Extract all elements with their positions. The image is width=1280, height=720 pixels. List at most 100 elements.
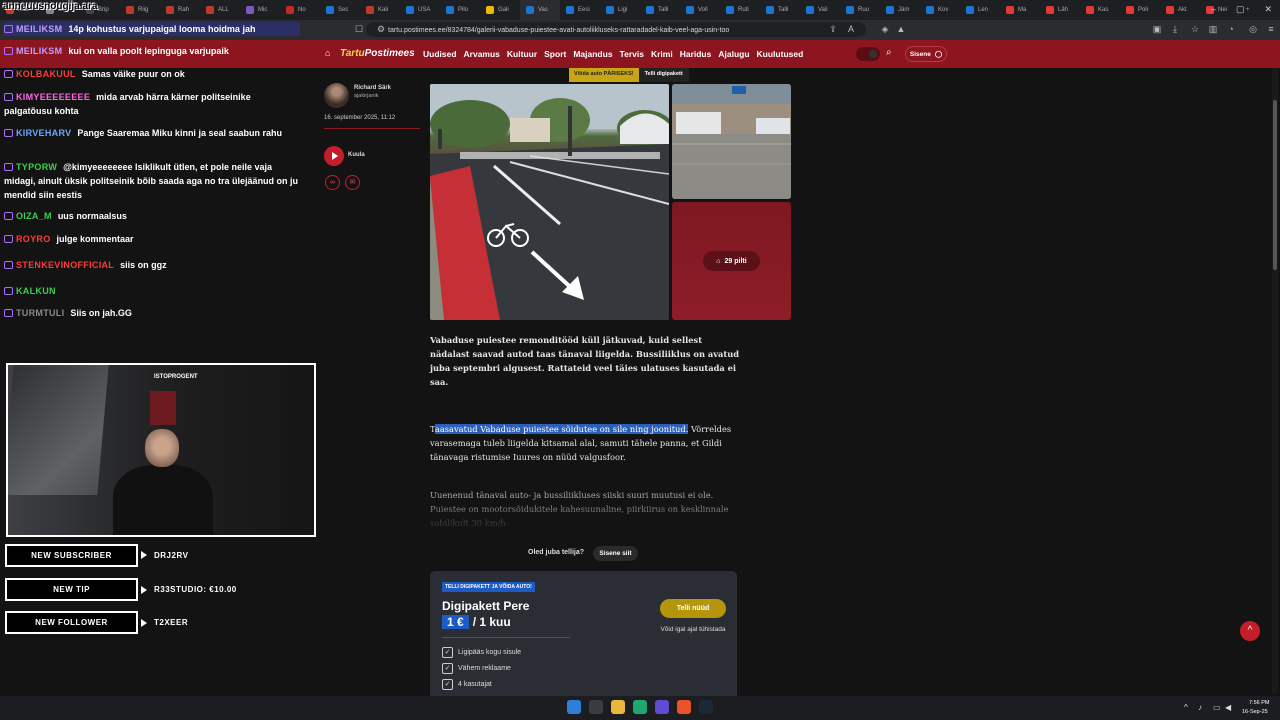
volume-icon[interactable]: ◀: [1225, 703, 1231, 712]
browser-tab[interactable]: Mic: [240, 0, 280, 20]
promo-banner[interactable]: Võida auto PÄRISEKS! Telli digipakett: [569, 68, 689, 82]
nav-item[interactable]: Majandus: [573, 49, 612, 59]
tray-chevron-icon[interactable]: ^: [1184, 703, 1188, 712]
promo-left[interactable]: Võida auto PÄRISEKS!: [569, 68, 639, 82]
browser-tab[interactable]: Ruu: [840, 0, 880, 20]
search-taskbar-icon[interactable]: [589, 700, 603, 714]
browser-tab[interactable]: Ma: [1000, 0, 1040, 20]
login-button[interactable]: Sisene ◯: [905, 46, 947, 62]
copy-link-icon[interactable]: ∞: [325, 175, 340, 190]
subscriber-login-button[interactable]: Sisene siit: [593, 546, 638, 561]
clock-date[interactable]: 16-Sep-25: [1242, 709, 1268, 715]
site-settings-icon[interactable]: ⚙: [376, 24, 386, 34]
bookmark-icon[interactable]: ☐: [354, 24, 364, 34]
browser-tab[interactable]: Poli: [1120, 0, 1160, 20]
listen-button[interactable]: [324, 146, 344, 166]
extension-icon[interactable]: ▣: [1152, 24, 1162, 34]
theme-toggle[interactable]: [856, 47, 880, 61]
app-icon[interactable]: [633, 700, 647, 714]
wallet-icon[interactable]: ◔: [1226, 24, 1236, 34]
chat-username: KIMYEEEEEEEE: [16, 92, 91, 102]
browser-tab[interactable]: Len: [960, 0, 1000, 20]
gallery-icon: ⌂: [716, 257, 721, 265]
bookmarks-icon[interactable]: ☆: [1190, 24, 1200, 34]
site-logo[interactable]: TartuPostimees: [340, 48, 415, 59]
scrollbar-thumb[interactable]: [1273, 100, 1277, 270]
nav-item[interactable]: Uudised: [423, 49, 457, 59]
start-icon[interactable]: [567, 700, 581, 714]
browser-tab[interactable]: Ligi: [600, 0, 640, 20]
download-icon[interactable]: ⤓: [1170, 24, 1180, 34]
search-icon[interactable]: ⌕: [886, 47, 892, 58]
close-icon[interactable]: ✕: [1264, 4, 1272, 15]
share-icon[interactable]: ⇪: [828, 24, 838, 34]
feature-item: ✓ 4 kasutajat: [442, 679, 492, 690]
author-name[interactable]: Richard Särk: [354, 85, 391, 91]
nav-item[interactable]: Ajalugu: [718, 49, 749, 59]
nav-item[interactable]: Haridus: [680, 49, 712, 59]
gallery-thumbnail[interactable]: [672, 84, 791, 199]
promo-right[interactable]: Telli digipakett: [638, 68, 689, 82]
selected-text: aasavatud Vabaduse puiestee sõidutee on …: [434, 424, 689, 434]
file-explorer-icon[interactable]: [611, 700, 625, 714]
tab-label: Poli: [1138, 7, 1149, 13]
steam-icon[interactable]: [699, 700, 713, 714]
browser-tab[interactable]: Rah: [160, 0, 200, 20]
discord-icon[interactable]: [655, 700, 669, 714]
browser-tab[interactable]: Vas: [520, 0, 560, 20]
clock-time[interactable]: 7:56 PM: [1249, 700, 1269, 706]
home-icon[interactable]: ⌂: [325, 48, 330, 58]
main-photo[interactable]: [430, 84, 669, 320]
browser-tab[interactable]: Riig: [120, 0, 160, 20]
menu-icon[interactable]: ≡: [1266, 24, 1276, 34]
browser-tab[interactable]: Akt: [1160, 0, 1200, 20]
nav-item[interactable]: Arvamus: [464, 49, 500, 59]
sidebar-icon[interactable]: ▥: [1208, 24, 1218, 34]
browser-tab[interactable]: Jäm: [880, 0, 920, 20]
brave-shield-icon[interactable]: ◈: [880, 24, 890, 34]
brave-browser-icon[interactable]: [677, 700, 691, 714]
email-icon[interactable]: ✉: [345, 175, 360, 190]
rewards-icon[interactable]: ▲: [896, 24, 906, 34]
nav-item[interactable]: Kuulutused: [757, 49, 804, 59]
mic-icon[interactable]: ♪: [1198, 703, 1202, 712]
browser-tab[interactable]: Eesi: [560, 0, 600, 20]
nav-item[interactable]: Tervis: [620, 49, 644, 59]
tab-favicon-icon: [846, 6, 854, 14]
browser-tab[interactable]: Kali: [360, 0, 400, 20]
maximize-icon[interactable]: ▢: [1236, 4, 1245, 15]
nav-item[interactable]: Krimi: [651, 49, 673, 59]
tab-label: Ma: [1018, 7, 1027, 13]
author-avatar[interactable]: [324, 83, 349, 108]
browser-tab[interactable]: No: [280, 0, 320, 20]
browser-tab[interactable]: Sec: [320, 0, 360, 20]
browser-tab[interactable]: ALL: [200, 0, 240, 20]
browser-tab[interactable]: Gali: [480, 0, 520, 20]
minimize-icon[interactable]: –: [1211, 4, 1216, 15]
vpn-icon[interactable]: ◎: [1248, 24, 1258, 34]
scroll-to-top-button[interactable]: ^: [1240, 621, 1260, 641]
tab-label: No: [298, 7, 306, 13]
nav-item[interactable]: Kultuur: [507, 49, 537, 59]
chat-username: MEILIKSM: [16, 24, 63, 34]
article-date: 16. september 2025, 11:12: [324, 115, 396, 121]
network-icon[interactable]: ▭: [1213, 703, 1221, 712]
browser-tab[interactable]: Kov: [920, 0, 960, 20]
browser-tab[interactable]: USA: [400, 0, 440, 20]
translate-icon[interactable]: A: [846, 24, 856, 34]
nav-item[interactable]: Sport: [544, 49, 566, 59]
browser-tab[interactable]: Voll: [680, 0, 720, 20]
listen-label[interactable]: Kuula: [348, 152, 365, 158]
browser-tab[interactable]: Vali: [800, 0, 840, 20]
browser-tab[interactable]: Pilo: [440, 0, 480, 20]
browser-tab[interactable]: Ruti: [720, 0, 760, 20]
gallery-more-tile[interactable]: ⌂ 29 pilti: [672, 202, 791, 320]
browser-tab[interactable]: Talli: [760, 0, 800, 20]
browser-tab[interactable]: Läh: [1040, 0, 1080, 20]
gallery-count-button[interactable]: ⌂ 29 pilti: [703, 251, 760, 271]
browser-tab[interactable]: Talli: [640, 0, 680, 20]
url-field[interactable]: tartu.postimees.ee/8324784/galerii-vabad…: [366, 22, 866, 37]
event-label: NEW TIP: [5, 578, 138, 601]
order-button[interactable]: Telli nüüd: [660, 599, 726, 618]
browser-tab[interactable]: Kas: [1080, 0, 1120, 20]
